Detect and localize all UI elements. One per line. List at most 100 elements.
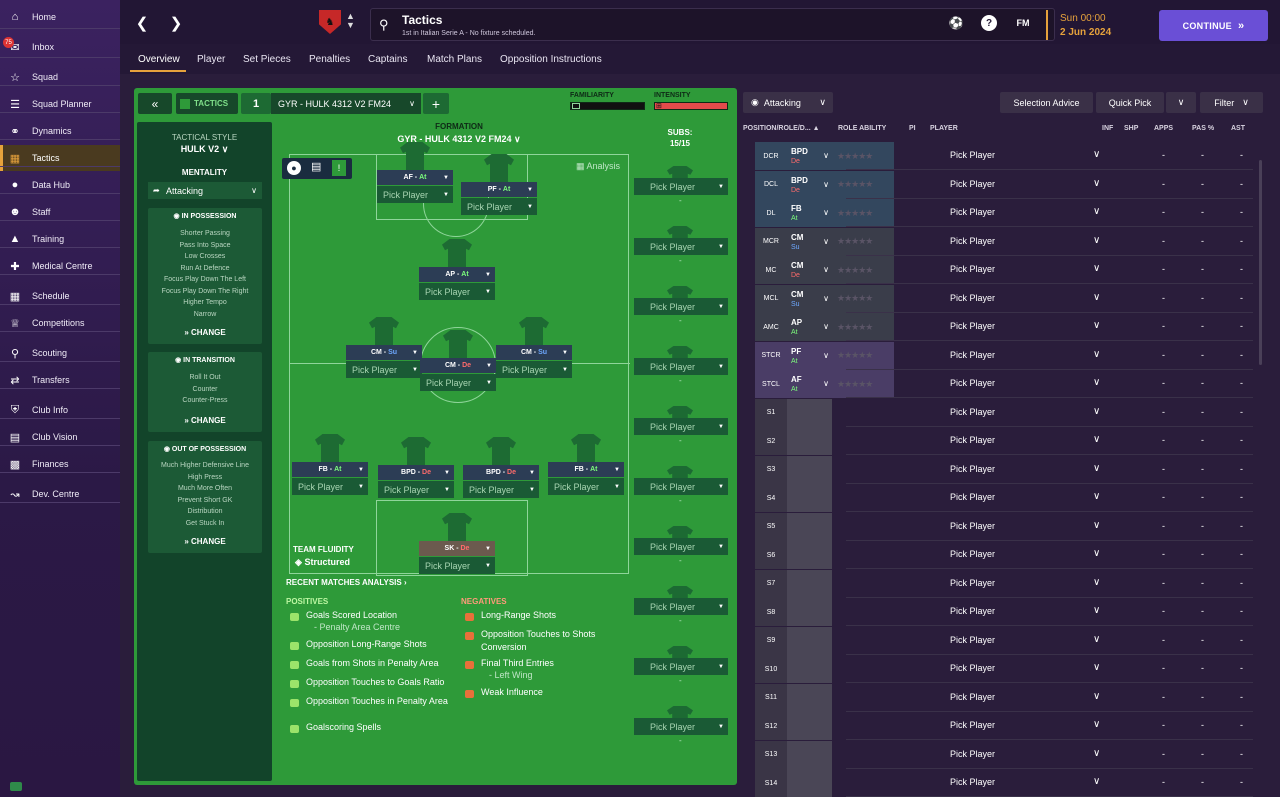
pitch-role-select[interactable]: FB - At ▼: [292, 462, 368, 477]
info-icon[interactable]: ●: [287, 161, 301, 175]
alert-icon[interactable]: !: [332, 160, 346, 176]
pitch-pick-player[interactable]: Pick Player ▼: [420, 374, 496, 391]
pitch-role-select[interactable]: PF - At ▼: [461, 182, 537, 197]
sub-pick-player[interactable]: Pick Player ▼: [634, 658, 728, 675]
selection-row[interactable]: STCR PF At ∨ ★★★★★ Pick Player ∨ - - -: [755, 341, 1253, 370]
chevron-down-icon[interactable]: ∨: [1093, 235, 1100, 246]
pitch-pick-player[interactable]: Pick Player ▼: [496, 361, 572, 378]
continue-button[interactable]: CONTINUE »: [1159, 10, 1268, 41]
chevron-down-icon[interactable]: ∨: [1093, 520, 1100, 531]
sidebar-item-dynamics[interactable]: ⚭ Dynamics: [0, 118, 120, 144]
pitch-pick-player[interactable]: Pick Player ▼: [461, 198, 537, 215]
col-inf[interactable]: INF: [1102, 125, 1113, 132]
sidebar-item-dev-centre[interactable]: ↝ Dev. Centre: [0, 481, 120, 507]
filter-button[interactable]: Filter ∨: [1200, 92, 1263, 113]
quick-pick-chevron-icon[interactable]: ∨: [1166, 92, 1196, 113]
selection-row[interactable]: AMC AP At ∨ ★★★★★ Pick Player ∨ - - -: [755, 313, 1253, 341]
pitch-pick-player[interactable]: Pick Player ▼: [346, 361, 422, 378]
selection-row[interactable]: MCR CM Su ∨ ★★★★★ Pick Player ∨ - - -: [755, 227, 1253, 256]
selection-row[interactable]: S8 Pick Player ∨ - - -: [755, 598, 1253, 626]
chevron-down-icon[interactable]: ∨: [1093, 292, 1100, 303]
selection-row[interactable]: S2 Pick Player ∨ - - -: [755, 427, 1253, 455]
col-pi[interactable]: PI: [909, 125, 916, 132]
pitch-pick-player[interactable]: Pick Player ▼: [292, 478, 368, 495]
row-role-select[interactable]: CM De ∨: [787, 256, 832, 284]
chevron-down-icon[interactable]: ∨: [1093, 548, 1100, 559]
sub-pick-player[interactable]: Pick Player ▼: [634, 538, 728, 555]
row-role-select[interactable]: AP At ∨: [787, 313, 832, 341]
row-pick-player[interactable]: Pick Player: [950, 435, 995, 445]
pitch-role-select[interactable]: BPD - De ▼: [463, 465, 539, 480]
selection-row[interactable]: S11 Pick Player ∨ - - -: [755, 683, 1253, 712]
selection-row[interactable]: S10 Pick Player ∨ - - -: [755, 655, 1253, 683]
pitch-role-select[interactable]: FB - At ▼: [548, 462, 624, 477]
sidebar-item-competitions[interactable]: ♕ Competitions: [0, 310, 120, 336]
chevron-down-icon[interactable]: ∨: [1093, 434, 1100, 445]
pitch-pick-player[interactable]: Pick Player ▼: [377, 186, 453, 203]
selection-advice-button[interactable]: Selection Advice: [1000, 92, 1093, 113]
selection-row[interactable]: S1 Pick Player ∨ - - -: [755, 398, 1253, 427]
col-player[interactable]: PLAYER: [930, 125, 958, 132]
mentality-select[interactable]: ➦ Attacking ∨: [148, 182, 262, 199]
sub-pick-player[interactable]: Pick Player ▼: [634, 598, 728, 615]
row-pick-player[interactable]: Pick Player: [950, 464, 995, 474]
sub-pick-player[interactable]: Pick Player ▼: [634, 478, 728, 495]
tactical-style-value[interactable]: HULK V2 ∨: [137, 144, 272, 155]
chevron-down-icon[interactable]: ∨: [1093, 491, 1100, 502]
club-crest-icon[interactable]: ♞: [319, 10, 341, 34]
row-role-select[interactable]: BPD De ∨: [787, 170, 832, 199]
row-pick-player[interactable]: Pick Player: [950, 264, 995, 274]
sub-pick-player[interactable]: Pick Player ▼: [634, 718, 728, 735]
row-pick-player[interactable]: Pick Player: [950, 692, 995, 702]
row-pick-player[interactable]: Pick Player: [950, 179, 995, 189]
sidebar-item-scouting[interactable]: ⚲ Scouting: [0, 340, 120, 366]
selection-row[interactable]: S6 Pick Player ∨ - - -: [755, 541, 1253, 569]
selection-row[interactable]: S14 Pick Player ∨ - - -: [755, 769, 1253, 797]
pitch-role-select[interactable]: AF - At ▼: [377, 170, 453, 185]
row-pick-player[interactable]: Pick Player: [950, 749, 995, 759]
chevron-down-icon[interactable]: ∨: [1093, 349, 1100, 360]
quick-pick-button[interactable]: Quick Pick: [1096, 92, 1164, 113]
row-pick-player[interactable]: Pick Player: [950, 549, 995, 559]
sidebar-item-data-hub[interactable]: ● Data Hub: [0, 172, 120, 198]
selection-row[interactable]: DL FB At ∨ ★★★★★ Pick Player ∨ - - -: [755, 199, 1253, 227]
pitch-pick-player[interactable]: Pick Player ▼: [419, 283, 495, 300]
row-role-select[interactable]: PF At ∨: [787, 341, 832, 370]
chevron-down-icon[interactable]: ∨: [1093, 691, 1100, 702]
tab-match-plans[interactable]: Match Plans: [427, 54, 482, 65]
football-icon[interactable]: ⚽: [948, 15, 964, 31]
sidebar-item-squad[interactable]: ☆ Squad: [0, 64, 120, 90]
sub-pick-player[interactable]: Pick Player ▼: [634, 238, 728, 255]
chevron-down-icon[interactable]: ∨: [1093, 149, 1100, 160]
sidebar-item-tactics[interactable]: ▦ Tactics: [0, 145, 120, 171]
selection-row[interactable]: STCL AF At ∨ ★★★★★ Pick Player ∨ - - -: [755, 370, 1253, 398]
col-apps[interactable]: APPS: [1154, 125, 1173, 132]
sub-pick-player[interactable]: Pick Player ▼: [634, 178, 728, 195]
row-pick-player[interactable]: Pick Player: [950, 207, 995, 217]
sidebar-item-squad-planner[interactable]: ☰ Squad Planner: [0, 91, 120, 117]
bar-chart-icon[interactable]: ▤: [311, 160, 321, 173]
sub-pick-player[interactable]: Pick Player ▼: [634, 358, 728, 375]
tab-opposition-instructions[interactable]: Opposition Instructions: [500, 54, 602, 65]
tab-penalties[interactable]: Penalties: [309, 54, 350, 65]
collapse-icon[interactable]: «: [138, 93, 172, 114]
analysis-toggle[interactable]: ▦ Analysis: [576, 161, 620, 172]
row-pick-player[interactable]: Pick Player: [950, 293, 995, 303]
tab-player[interactable]: Player: [197, 54, 225, 65]
mentality-dropdown[interactable]: ◉ Attacking ∨: [743, 92, 833, 113]
pitch-pick-player[interactable]: Pick Player ▼: [419, 557, 495, 574]
chevron-down-icon[interactable]: ∨: [1093, 206, 1100, 217]
tab-set-pieces[interactable]: Set Pieces: [243, 54, 291, 65]
selection-row[interactable]: DCL BPD De ∨ ★★★★★ Pick Player ∨ - - -: [755, 170, 1253, 199]
chevron-down-icon[interactable]: ∨: [1093, 463, 1100, 474]
col-shp[interactable]: SHP: [1124, 125, 1138, 132]
row-role-select[interactable]: BPD De ∨: [787, 142, 832, 170]
selection-row[interactable]: S3 Pick Player ∨ - - -: [755, 455, 1253, 484]
chevron-down-icon[interactable]: ∨: [1093, 605, 1100, 616]
col-pas[interactable]: PAS %: [1192, 125, 1214, 132]
row-pick-player[interactable]: Pick Player: [950, 578, 995, 588]
selection-row[interactable]: S4 Pick Player ∨ - - -: [755, 484, 1253, 512]
row-role-select[interactable]: FB At ∨: [787, 199, 832, 227]
row-pick-player[interactable]: Pick Player: [950, 236, 995, 246]
club-switch-icon[interactable]: ▲ ▼: [346, 12, 355, 30]
